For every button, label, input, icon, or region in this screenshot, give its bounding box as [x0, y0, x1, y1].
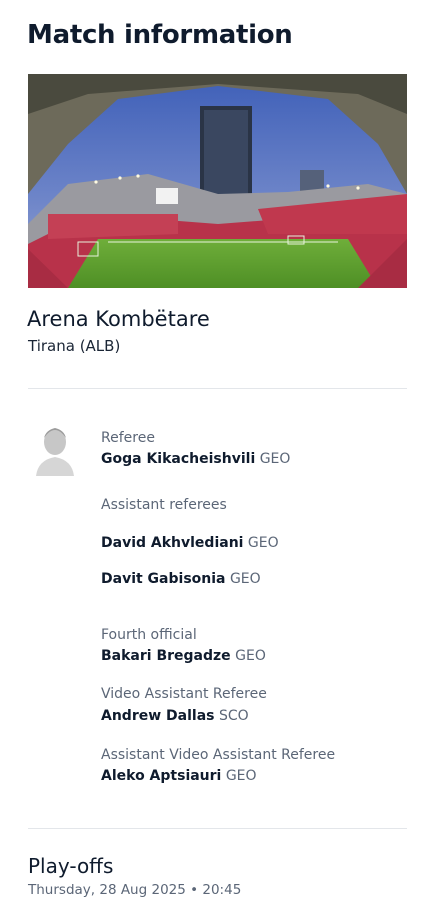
- fourth-official-nationality: GEO: [235, 648, 266, 664]
- page-title: Match information: [27, 20, 293, 50]
- avar-label: Assistant Video Assistant Referee: [101, 747, 336, 763]
- referee-nationality: GEO: [259, 451, 291, 467]
- avar-name: Aleko Aptsiauri: [101, 768, 222, 784]
- var-nationality: SCO: [218, 708, 249, 724]
- referee-entry: Goga Kikacheishvili GEO: [101, 451, 290, 467]
- var-entry: Andrew Dallas SCO: [101, 708, 249, 724]
- referee-label: Referee: [101, 430, 155, 446]
- fourth-official-entry: Bakari Bregadze GEO: [101, 648, 266, 664]
- divider: [28, 828, 407, 829]
- assistant-referee-name: David Akhvlediani: [101, 535, 244, 551]
- var-name: Andrew Dallas: [101, 708, 215, 724]
- divider: [28, 388, 407, 389]
- avar-nationality: GEO: [225, 768, 257, 784]
- assistant-referee-nationality: GEO: [247, 535, 279, 551]
- var-label: Video Assistant Referee: [101, 686, 267, 702]
- avar-entry: Aleko Aptsiauri GEO: [101, 768, 257, 784]
- match-datetime: Thursday, 28 Aug 2025 • 20:45: [28, 882, 242, 898]
- assistant-referees-label: Assistant referees: [101, 497, 227, 513]
- fourth-official-name: Bakari Bregadze: [101, 648, 231, 664]
- avatar-placeholder-icon: [34, 420, 76, 478]
- assistant-referee-entry: Davit Gabisonia GEO: [101, 571, 261, 587]
- referee-name: Goga Kikacheishvili: [101, 451, 256, 467]
- assistant-referee-nationality: GEO: [229, 571, 261, 587]
- match-stage: Play-offs: [28, 854, 114, 878]
- assistant-referee-entry: David Akhvlediani GEO: [101, 535, 279, 551]
- venue-name: Arena Kombëtare: [27, 307, 210, 331]
- match-info-page: Match information Arena Kombëtare Tirana…: [0, 0, 437, 920]
- stadium-image: [28, 74, 407, 288]
- assistant-referee-name: Davit Gabisonia: [101, 571, 226, 587]
- venue-city: Tirana (ALB): [28, 337, 121, 355]
- fourth-official-label: Fourth official: [101, 627, 197, 643]
